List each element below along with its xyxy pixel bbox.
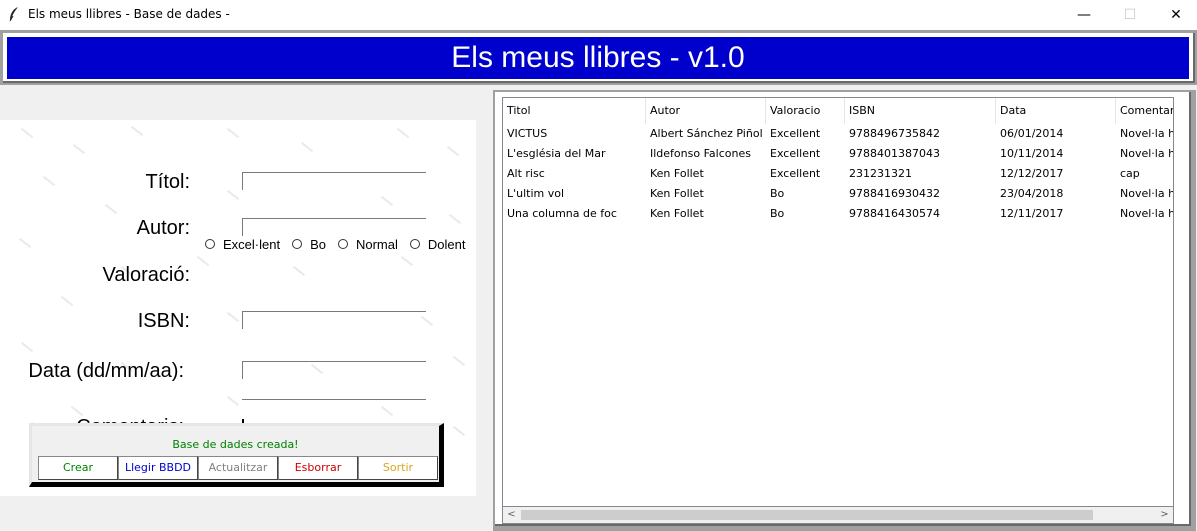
radio-normal-label: Normal [355,236,398,252]
table-cell: Novel·la hi [1120,147,1174,160]
header-band: Els meus llibres - v1.0 [0,30,1197,85]
table-header: Titol Autor Valoracio ISBN Data Comentar… [503,98,1173,124]
table-cell: Bo [770,207,785,220]
scrollbar-thumb[interactable] [521,510,1093,520]
action-button-frame: Base de dades creada! Crear Llegir BBDD … [29,423,444,487]
isbn-input[interactable] [242,311,426,329]
table-cell: 10/11/2014 [1000,147,1064,160]
sortir-button[interactable]: Sortir [358,456,438,480]
table-frame: Titol Autor Valoracio ISBN Data Comentar… [493,90,1196,531]
autor-label: Autor: [136,217,190,239]
table-cell: VICTUS [507,127,548,140]
table-cell: Novel·la hi [1120,127,1174,140]
app-header-title: Els meus llibres - v1.0 [7,37,1189,79]
isbn-label: ISBN: [137,310,190,332]
table-cell: L'ultim vol [507,187,565,200]
crear-button[interactable]: Crear [38,456,118,480]
column-header-data[interactable]: Data [996,98,1116,124]
radio-normal[interactable] [337,239,348,249]
table-cell: Alt risc [507,167,545,180]
data-label: Data (dd/mm/aa): [28,360,184,382]
comentaris-input[interactable] [242,399,426,417]
radio-bo-label: Bo [310,236,326,252]
table-cell: Excellent [770,127,821,140]
valoracio-radio-group: Excel·lent Bo Normal Dolent [205,234,476,254]
table-cell: Ildefonso Falcones [650,147,751,160]
app-client-area: Els meus llibres - v1.0 Títol: Autor: Va… [0,30,1197,531]
titol-input[interactable] [242,172,426,190]
table-row[interactable]: Una columna de foc Ken Follet Bo 9788416… [503,204,1174,224]
titol-label: Títol: [145,171,190,193]
minimize-button[interactable]: — [1061,0,1107,30]
horizontal-scrollbar[interactable]: < > [502,507,1174,524]
table-cell: Albert Sánchez Piñol [650,127,763,140]
window-title: Els meus llibres - Base de dades - [28,7,230,21]
column-header-valoracio[interactable]: Valoracio [766,98,845,124]
table-row[interactable]: L'església del Mar Ildefonso Falcones Ex… [503,144,1174,164]
table-cell: 9788416930432 [849,187,940,200]
table-cell: Novel·la hi [1120,187,1174,200]
table-cell: Ken Follet [650,167,704,180]
table-cell: 9788416430574 [849,207,940,220]
header-frame: Els meus llibres - v1.0 [3,33,1195,83]
table-cell: Bo [770,187,785,200]
table-row[interactable]: Alt risc Ken Follet Excellent 231231321 … [503,164,1173,184]
table-cell: Novel·la hi [1120,207,1174,220]
valoracio-label: Valoració: [102,264,190,286]
table-cell: cap [1120,167,1140,180]
table-frame-inner: Titol Autor Valoracio ISBN Data Comentar… [495,92,1191,526]
radio-dolent-label: Dolent [427,236,466,252]
radio-excellent[interactable] [205,239,215,249]
radio-bo[interactable] [292,239,303,249]
esborrar-button[interactable]: Esborrar [278,456,358,480]
table-row[interactable]: L'ultim vol Ken Follet Bo 9788416930432 … [503,184,1174,204]
feather-icon [9,7,18,22]
table-cell: Una columna de foc [507,207,617,220]
button-row: Crear Llegir BBDD Actualitzar Esborrar S… [38,456,438,480]
column-header-comentari[interactable]: Comentari [1116,98,1173,124]
table-cell: L'església del Mar [507,147,606,160]
table-cell: 9788401387043 [849,147,940,160]
table-cell: 231231321 [849,167,912,180]
table-cell: 9788496735842 [849,127,940,140]
table-cell: 06/01/2014 [1000,127,1064,140]
radio-excellent-label: Excel·lent [223,236,281,252]
column-header-isbn[interactable]: ISBN [845,98,996,124]
table-row[interactable]: VICTUS Albert Sánchez Piñol Excellent 97… [503,124,1174,144]
table-cell: Excellent [770,147,821,160]
status-message: Base de dades creada! [172,438,299,451]
llegir-bbdd-button[interactable]: Llegir BBDD [118,456,198,480]
table-cell: Excellent [770,167,821,180]
table-cell: 23/04/2018 [1000,187,1064,200]
maximize-button[interactable]: ☐ [1107,0,1153,30]
data-input[interactable] [242,361,426,379]
scroll-right-icon[interactable]: > [1156,507,1173,523]
window-titlebar: Els meus llibres - Base de dades - — ☐ ✕ [0,0,1197,30]
close-button[interactable]: ✕ [1153,0,1197,30]
books-table[interactable]: Titol Autor Valoracio ISBN Data Comentar… [502,97,1174,507]
radio-dolent[interactable] [409,239,420,249]
column-header-titol[interactable]: Titol [503,98,646,124]
table-cell: 12/12/2017 [1000,167,1064,180]
table-cell: Ken Follet [650,207,704,220]
column-header-autor[interactable]: Autor [646,98,766,124]
scroll-left-icon[interactable]: < [503,507,520,523]
actualitzar-button[interactable]: Actualitzar [198,456,278,480]
table-cell: 12/11/2017 [1000,207,1064,220]
table-cell: Ken Follet [650,187,704,200]
